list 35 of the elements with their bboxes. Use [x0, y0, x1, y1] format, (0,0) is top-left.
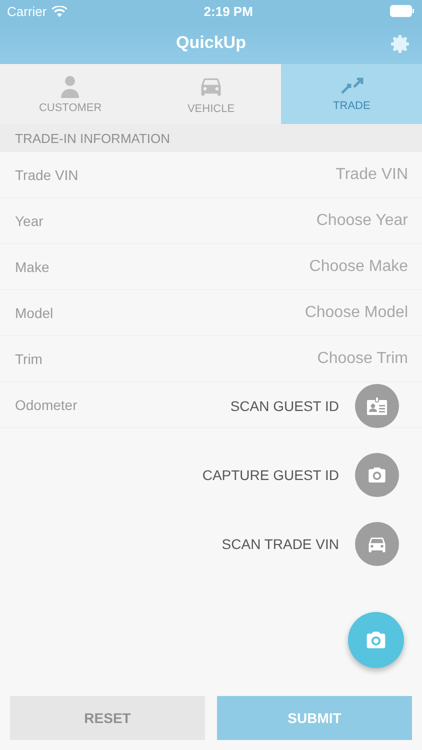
clock-time: 2:19 PM: [204, 4, 253, 18]
input-field[interactable]: Choose Make: [246, 256, 410, 276]
settings-icon[interactable]: [388, 32, 412, 56]
input-field[interactable]: Choose Trim: [246, 348, 410, 368]
field-label: Year: [15, 212, 44, 228]
wifi-icon: [52, 6, 67, 16]
input-field[interactable]: Choose Year: [246, 210, 410, 230]
camera-fab-button[interactable]: [348, 612, 404, 668]
action-label[interactable]: SCAN GUEST ID: [230, 398, 339, 414]
field-label: Make: [15, 258, 50, 274]
section-title: TRADE-IN INFORMATION: [15, 130, 170, 146]
field-label: Odometer: [15, 396, 78, 412]
battery-icon: [390, 5, 415, 17]
submit-button[interactable]: SUBMIT: [217, 696, 412, 740]
action-button[interactable]: [355, 522, 399, 566]
camera-icon: [367, 465, 387, 485]
action-button[interactable]: [355, 453, 399, 497]
input-field[interactable]: Choose Model: [246, 302, 410, 322]
app-title: QuickUp: [176, 33, 246, 53]
tab[interactable]: TRADE: [281, 64, 422, 124]
camera-icon: [365, 629, 387, 651]
tab[interactable]: VEHICLE: [140, 64, 282, 124]
carrier-label: Carrier: [7, 4, 47, 18]
field-label: Trim: [15, 350, 42, 366]
field-label: Trade VIN: [15, 166, 78, 182]
reset-button[interactable]: RESET: [10, 696, 205, 740]
input-field[interactable]: Trade VIN: [246, 164, 410, 184]
action-button[interactable]: [355, 384, 399, 428]
action-label[interactable]: SCAN TRADE VIN: [222, 536, 339, 552]
field-label: Model: [15, 304, 54, 320]
id-card-icon: [366, 396, 388, 416]
tab[interactable]: CUSTOMER: [0, 64, 141, 124]
action-label[interactable]: CAPTURE GUEST ID: [202, 467, 339, 483]
person-icon: [59, 74, 82, 98]
arrows-icon: [338, 76, 365, 96]
